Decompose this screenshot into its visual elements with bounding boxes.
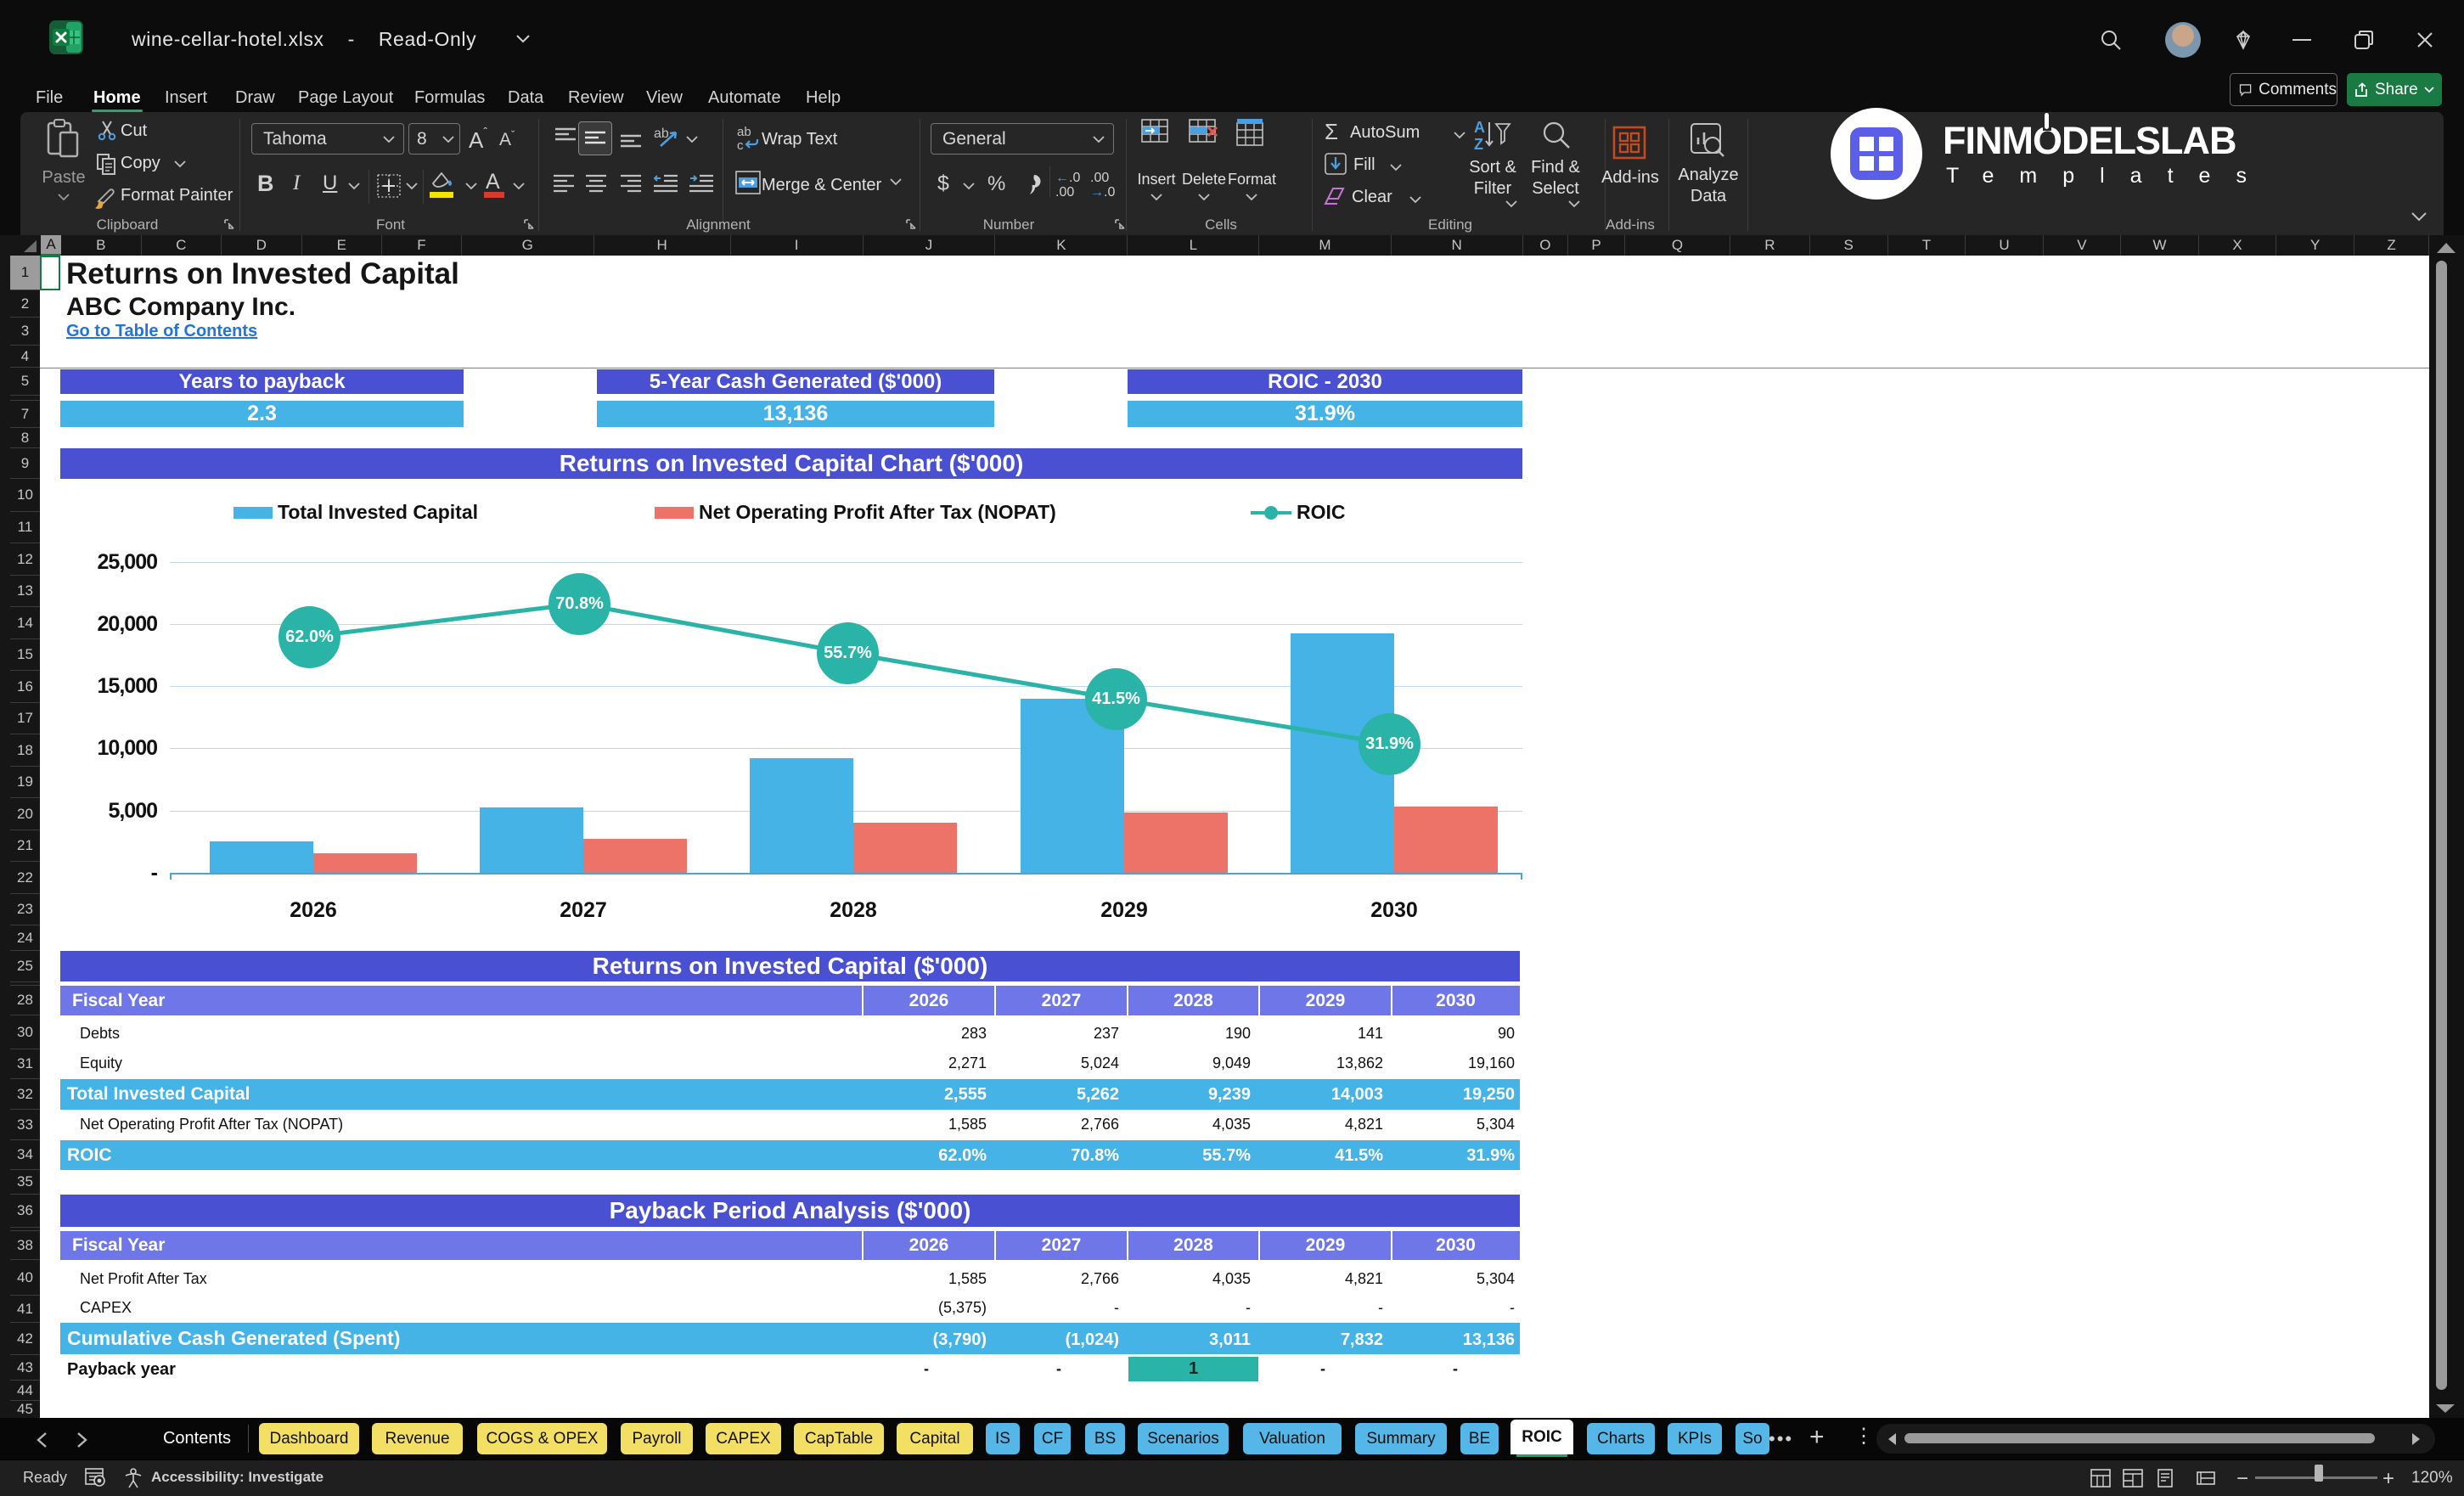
svg-text:Z: Z [1474, 136, 1483, 153]
svg-text:c: c [737, 138, 744, 153]
svg-text:A: A [1474, 119, 1485, 136]
svg-text:ab: ab [737, 125, 751, 139]
svg-text:ab: ab [654, 127, 669, 141]
